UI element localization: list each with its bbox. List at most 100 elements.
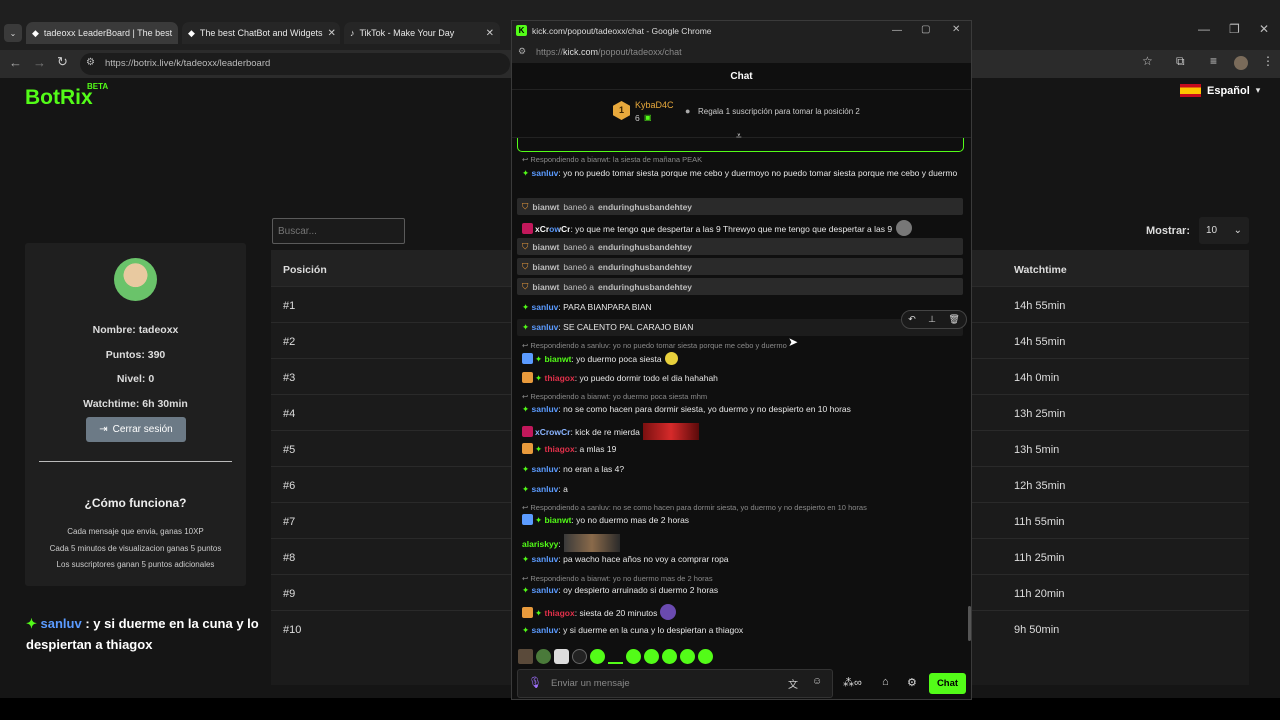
row-position: #5 (283, 444, 296, 456)
botrix-favicon-icon: ◆ (188, 27, 195, 38)
store-icon[interactable]: ⌂ (882, 676, 889, 688)
settings-gear-icon[interactable]: ⚙ (907, 676, 917, 689)
chat-message: ✦ thiagox: yo puedo dormir todo el dia h… (522, 372, 962, 385)
translate-icon[interactable]: 文 (788, 676, 798, 691)
chat-message: ✦ bianwt: yo duermo poca siesta (522, 352, 962, 366)
emote-icon[interactable] (572, 649, 587, 664)
chat-scrollbar[interactable] (968, 606, 971, 641)
extensions-icon[interactable]: ⧉ (1176, 54, 1185, 69)
row-watchtime: 12h 35min (1014, 480, 1066, 492)
minimize-icon[interactable]: — (892, 25, 902, 36)
botrix-logo[interactable]: BotRix BETA (25, 82, 108, 110)
row-position: #8 (283, 552, 296, 564)
message-user[interactable]: sanluv (531, 404, 558, 414)
message-user[interactable]: sanluv (531, 168, 558, 178)
tab-chatbot[interactable]: ◆ The best ChatBot and Widgets ✕ (182, 22, 340, 44)
site-info-icon[interactable]: ⚙ (518, 46, 526, 57)
emote-icon[interactable] (698, 649, 713, 664)
back-icon[interactable]: ← (9, 55, 22, 70)
close-icon[interactable]: ✕ (486, 28, 494, 39)
emote-icon[interactable] (536, 649, 551, 664)
logout-button[interactable]: ⇥ Cerrar sesión (86, 417, 186, 442)
close-window-icon[interactable]: ✕ (1259, 22, 1269, 36)
col-position-header: Posición (283, 264, 327, 276)
chevron-down-icon: ▾ (1255, 85, 1261, 95)
microphone-icon[interactable]: 🎙 (528, 676, 542, 689)
message-user[interactable]: xCrowCr (535, 427, 570, 437)
bookmark-star-icon[interactable]: ☆ (1142, 54, 1153, 68)
tab-tiktok[interactable]: ♪ TikTok - Make Your Day ✕ (344, 22, 500, 44)
message-text: : yo duermo poca siesta (571, 354, 662, 364)
message-user[interactable]: bianwt (544, 515, 571, 525)
chat-header: Chat (512, 63, 971, 90)
trash-icon[interactable]: 🗑 (948, 314, 959, 325)
send-chat-label: Chat (936, 678, 959, 689)
site-info-icon[interactable]: ⚙ (86, 57, 95, 68)
address-bar[interactable]: ⚙ https://botrix.live/k/tadeoxx/leaderbo… (80, 53, 510, 75)
emote-icon[interactable] (608, 649, 623, 664)
message-user[interactable]: sanluv (531, 585, 558, 595)
message-user[interactable]: sanluv (531, 464, 558, 474)
pinned-user[interactable]: KybaD4C (635, 100, 674, 110)
message-user[interactable]: thiagox (544, 373, 574, 383)
message-user[interactable]: sanluv (531, 484, 558, 494)
forward-icon[interactable]: → (33, 55, 46, 70)
reply-context: ↩ Respondiendo a bianwt: la siesta de ma… (522, 155, 703, 164)
message-user[interactable]: bianwt (544, 354, 571, 364)
reload-icon[interactable]: ↻ (57, 54, 68, 70)
row-watchtime: 11h 20min (1014, 588, 1065, 600)
broadcaster-crown-icon (522, 607, 533, 618)
emoji-icon[interactable]: ☺ (812, 676, 822, 687)
menu-icon[interactable]: ⋮ (1262, 54, 1274, 68)
message-text: : pa wacho hace años no voy a comprar ro… (558, 554, 729, 564)
tab-search-button[interactable]: ⌄ (4, 24, 22, 42)
message-text: : oy despierto arruinado si duermo 2 hor… (558, 585, 719, 595)
emote-icon[interactable] (518, 649, 533, 664)
emote-image (642, 423, 699, 440)
message-text: : SE CALENTO PAL CARAJO BIAN (558, 322, 694, 332)
url-domain: kick.com (563, 47, 599, 57)
message-user[interactable]: alariskyy (522, 539, 558, 549)
emote-icon[interactable] (662, 649, 677, 664)
points-icon[interactable]: ⁂∞ (843, 676, 862, 689)
row-watchtime: 14h 0min (1014, 372, 1060, 384)
message-user[interactable]: thiagox (544, 444, 574, 454)
url-scheme: https:// (536, 47, 564, 57)
message-user[interactable]: sanluv (531, 554, 558, 564)
maximize-icon[interactable]: ▢ (921, 24, 930, 35)
close-icon[interactable]: ✕ (177, 28, 178, 39)
restore-icon[interactable]: ❐ (1229, 22, 1240, 36)
reply-icon[interactable]: ↶ (908, 314, 916, 325)
pin-icon[interactable]: ⊥ (928, 314, 936, 325)
logout-label: Cerrar sesión (112, 424, 173, 435)
profile-card: Nombre: tadeoxx Puntos: 390 Nivel: 0 Wat… (25, 243, 246, 586)
chat-input-box[interactable]: 🎙 Enviar un mensaje 文 ☺ (517, 669, 833, 698)
media-icon[interactable]: ≡ (1210, 54, 1217, 68)
message-user[interactable]: sanluv (531, 322, 558, 332)
message-user[interactable]: sanluv (531, 302, 558, 312)
minimize-icon[interactable]: — (1198, 22, 1210, 36)
emote-icon[interactable] (680, 649, 695, 664)
close-icon[interactable]: ✕ (328, 28, 336, 39)
search-input[interactable] (272, 218, 405, 244)
logo-badge: BETA (87, 82, 109, 91)
recent-emotes (518, 649, 713, 664)
tab-botrix[interactable]: ◆ tadeoxx LeaderBoard | The best ✕ (26, 22, 178, 44)
message-text: : PARA BIANPARA BIAN (558, 302, 652, 312)
message-user[interactable]: xCrowCr (535, 224, 570, 234)
gift-hint[interactable]: Regala 1 suscripción para tomar la posic… (698, 107, 860, 116)
avatar[interactable] (1234, 56, 1248, 70)
emote-icon[interactable] (626, 649, 641, 664)
emote-icon[interactable] (644, 649, 659, 664)
show-select[interactable]: 10 ⌄ (1199, 217, 1249, 244)
close-window-icon[interactable]: ✕ (952, 24, 960, 35)
emote-icon[interactable] (554, 649, 569, 664)
logout-icon: ⇥ (99, 424, 108, 435)
message-user[interactable]: thiagox (544, 608, 574, 618)
emote-icon[interactable] (590, 649, 605, 664)
message-text: : a (558, 484, 568, 494)
ban-target: enduringhusbandehtey (598, 201, 693, 212)
language-selector[interactable]: Español ▾ (1180, 84, 1260, 97)
send-chat-button[interactable]: Chat (929, 673, 966, 694)
message-user[interactable]: sanluv (531, 625, 558, 635)
